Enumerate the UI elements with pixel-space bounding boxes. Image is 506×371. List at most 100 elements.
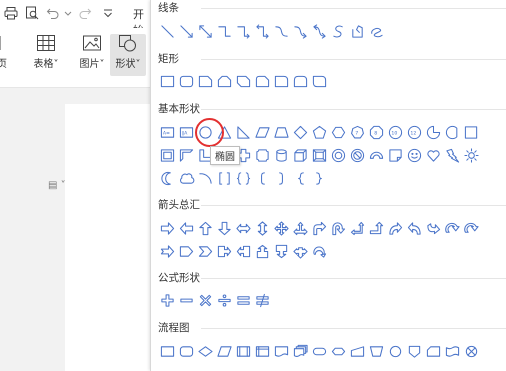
shape-internal-storage[interactable]	[253, 342, 272, 360]
shape-left-right-up-arrow[interactable]	[291, 219, 310, 237]
shape-card[interactable]	[424, 342, 443, 360]
shape-circular-arrow[interactable]	[310, 242, 329, 260]
shape-double-brace[interactable]	[234, 169, 253, 187]
undo-icon[interactable]	[46, 6, 60, 20]
shape-manual-input[interactable]	[348, 342, 367, 360]
redo-icon[interactable]	[78, 6, 92, 20]
shape-pentagon[interactable]	[310, 123, 329, 141]
shape-heptagon[interactable]: 7	[348, 123, 367, 141]
shape-snip-single-corner[interactable]	[196, 72, 215, 90]
shape-right-bracket[interactable]	[272, 169, 291, 187]
shape-preparation[interactable]	[329, 342, 348, 360]
shape-frame-edge[interactable]	[462, 123, 481, 141]
page-button[interactable]: 页	[0, 34, 12, 70]
shape-heart[interactable]	[424, 146, 443, 164]
shape-scribble[interactable]	[367, 22, 386, 40]
shape-up-arrow[interactable]	[196, 219, 215, 237]
shape-connector[interactable]	[386, 342, 405, 360]
shape-left-bracket[interactable]	[253, 169, 272, 187]
shape-diamond[interactable]	[291, 123, 310, 141]
shape-decision[interactable]	[196, 342, 215, 360]
shape-line[interactable]	[158, 22, 177, 40]
shape-curved-arrow[interactable]	[291, 22, 310, 40]
shape-moon[interactable]	[158, 169, 177, 187]
shape-striped-right-arrow[interactable]	[462, 219, 481, 237]
shape-curved-right-arrow[interactable]	[386, 219, 405, 237]
shape-snip-diagonal[interactable]	[234, 72, 253, 90]
shape-decagon[interactable]: 10	[386, 123, 405, 141]
shape-bevel[interactable]	[310, 146, 329, 164]
shape-up-down-arrow[interactable]	[253, 219, 272, 237]
shape-round-diagonal[interactable]	[310, 72, 329, 90]
shape-smiley-face[interactable]	[405, 146, 424, 164]
shape-multidocument[interactable]	[291, 342, 310, 360]
shape-text-box[interactable]: A≡	[158, 123, 177, 141]
shape-up-arrow-callout[interactable]	[253, 242, 272, 260]
shape-not-equal[interactable]	[253, 291, 272, 309]
shape-parallelogram[interactable]	[253, 123, 272, 141]
shape-pie[interactable]	[424, 123, 443, 141]
shape-vertical-text-box[interactable]: ‖A	[177, 123, 196, 141]
shape-minus[interactable]	[177, 291, 196, 309]
shape-chevron[interactable]	[196, 242, 215, 260]
shape-snip-round-single[interactable]	[253, 72, 272, 90]
shape-off-page-connector[interactable]	[405, 342, 424, 360]
shape-down-arrow-callout[interactable]	[272, 242, 291, 260]
shape-no-symbol[interactable]	[348, 146, 367, 164]
shape-round-same-side[interactable]	[291, 72, 310, 90]
print-icon[interactable]	[4, 6, 18, 20]
shape-bent-up-arrow[interactable]	[367, 219, 386, 237]
shape-trapezoid[interactable]	[272, 123, 291, 141]
shape-frame[interactable]	[158, 146, 177, 164]
shape-data[interactable]	[215, 342, 234, 360]
shape-predefined-process[interactable]	[234, 342, 253, 360]
shape-plus[interactable]	[158, 291, 177, 309]
shape-curved-left-arrow[interactable]	[405, 219, 424, 237]
shape-curved-down-arrow[interactable]	[443, 219, 462, 237]
shape-curved-double-arrow[interactable]	[310, 22, 329, 40]
shape-lightning-bolt[interactable]	[443, 146, 462, 164]
customize-toolbar-icon[interactable]	[101, 6, 115, 20]
shape-left-brace[interactable]	[291, 169, 310, 187]
shape-left-up-arrow[interactable]	[348, 219, 367, 237]
shape-freeform-scribble[interactable]	[348, 22, 367, 40]
shape-equal[interactable]	[234, 291, 253, 309]
shape-manual-operation[interactable]	[367, 342, 386, 360]
shape-can[interactable]	[272, 146, 291, 164]
shape-alternate-process[interactable]	[177, 342, 196, 360]
shape-cube[interactable]	[291, 146, 310, 164]
shape-left-arrow[interactable]	[177, 219, 196, 237]
shape-sun[interactable]	[462, 146, 481, 164]
undo-dropdown-icon[interactable]	[64, 6, 72, 20]
shape-elbow-double-arrow[interactable]	[253, 22, 272, 40]
shape-curved-connector[interactable]	[272, 22, 291, 40]
shape-donut[interactable]	[329, 146, 348, 164]
shape-document[interactable]	[272, 342, 291, 360]
shape-left-right-arrow[interactable]	[234, 219, 253, 237]
shape-octagon[interactable]: 8	[367, 123, 386, 141]
shape-rounded-rectangle[interactable]	[177, 72, 196, 90]
shape-pentagon-arrow[interactable]	[177, 242, 196, 260]
shape-division[interactable]	[215, 291, 234, 309]
shape-double-arrow-line[interactable]	[196, 22, 215, 40]
shape-right-arrow[interactable]	[158, 219, 177, 237]
shape-folded-corner[interactable]	[386, 146, 405, 164]
shape-block-arc[interactable]	[367, 146, 386, 164]
shape-curved-up-arrow[interactable]	[424, 219, 443, 237]
document-page[interactable]	[65, 104, 150, 371]
shape-notched-right-arrow[interactable]	[158, 242, 177, 260]
shape-process[interactable]	[158, 342, 177, 360]
print-preview-icon[interactable]	[25, 6, 39, 20]
shape-terminator[interactable]	[310, 342, 329, 360]
shape-chord[interactable]	[443, 123, 462, 141]
shape-right-brace[interactable]	[310, 169, 329, 187]
shape-quad-arrow-callout[interactable]	[291, 242, 310, 260]
shape-dodecagon[interactable]: 12	[405, 123, 424, 141]
shape-snip-same-side[interactable]	[215, 72, 234, 90]
shape-left-arrow-callout[interactable]	[234, 242, 253, 260]
shape-half-frame[interactable]	[177, 146, 196, 164]
shape-summing-junction[interactable]	[462, 342, 481, 360]
shape-multiply[interactable]	[196, 291, 215, 309]
shape-arc[interactable]	[196, 169, 215, 187]
paste-options-icon[interactable]: ▤ ˅	[48, 180, 66, 191]
